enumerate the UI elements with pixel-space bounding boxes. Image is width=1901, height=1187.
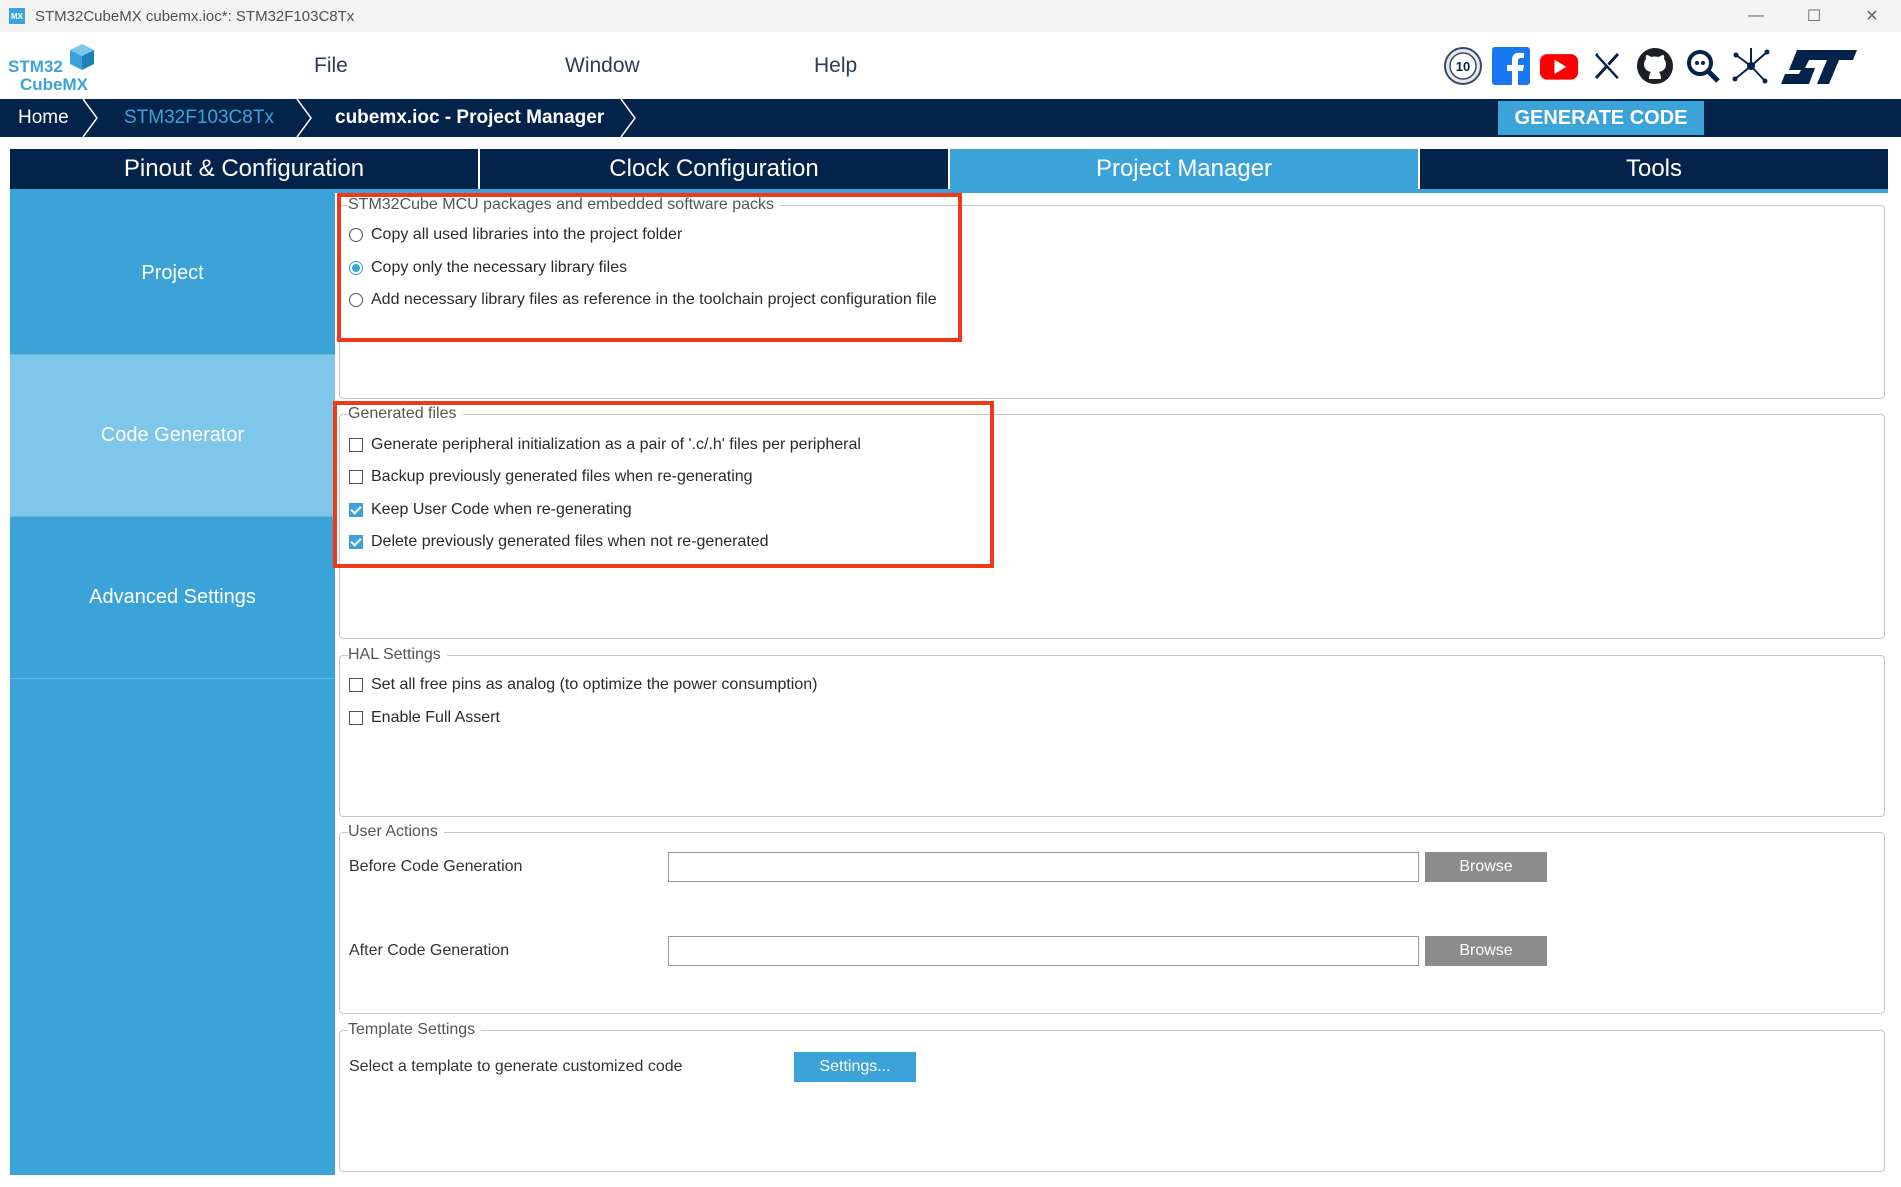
option-label: Enable Full Assert — [371, 709, 500, 726]
user-actions-group: User Actions Before Code Generation Brow… — [339, 823, 1885, 1014]
close-button[interactable]: ✕ — [1843, 0, 1901, 32]
template-settings-label: Select a template to generate customized… — [349, 1058, 683, 1075]
community-search-icon[interactable] — [1683, 46, 1723, 86]
after-code-generation-input[interactable] — [668, 936, 1419, 966]
chevron-right-icon — [296, 99, 312, 137]
github-icon[interactable] — [1635, 46, 1675, 86]
app-icon: MX — [9, 8, 25, 24]
breadcrumb-home[interactable]: Home — [18, 99, 69, 137]
st-logo-icon[interactable] — [1779, 46, 1859, 86]
annotation-highlight-packages — [337, 193, 962, 342]
option-label: Set all free pins as analog (to optimize… — [371, 676, 818, 693]
hal-option-full-assert[interactable]: Enable Full Assert — [349, 709, 500, 727]
svg-text:STM32: STM32 — [8, 57, 63, 76]
tab-project-manager[interactable]: Project Manager — [950, 149, 1420, 189]
hal-option-free-pins-analog[interactable]: Set all free pins as analog (to optimize… — [349, 676, 817, 694]
hal-settings-legend: HAL Settings — [348, 646, 447, 664]
facebook-icon[interactable] — [1491, 46, 1531, 86]
before-browse-button[interactable]: Browse — [1425, 852, 1547, 882]
checkbox[interactable] — [349, 711, 363, 725]
annotation-highlight-generated-files — [333, 401, 994, 568]
before-code-generation-input[interactable] — [668, 852, 1419, 882]
user-actions-legend: User Actions — [348, 823, 444, 841]
sidebar-item-project[interactable]: Project — [10, 193, 335, 355]
window-controls: — ☐ ✕ — [1727, 0, 1901, 32]
menu-bar: STM32 CubeMX File Window Help 10 — [0, 32, 1901, 99]
sidebar: Project Code Generator Advanced Settings — [10, 193, 335, 1175]
maximize-button[interactable]: ☐ — [1785, 0, 1843, 32]
hal-settings-group: HAL Settings Set all free pins as analog… — [339, 646, 1885, 817]
tab-clock-configuration[interactable]: Clock Configuration — [480, 149, 950, 189]
generate-code-button[interactable]: GENERATE CODE — [1498, 101, 1704, 135]
menu-help[interactable]: Help — [814, 54, 857, 78]
chevron-right-icon — [82, 99, 98, 137]
sidebar-item-code-generator[interactable]: Code Generator — [10, 355, 335, 517]
youtube-icon[interactable] — [1539, 46, 1579, 86]
window-title: STM32CubeMX cubemx.ioc*: STM32F103C8Tx — [35, 7, 355, 25]
minimize-button[interactable]: — — [1727, 0, 1785, 32]
svg-text:10: 10 — [1456, 59, 1470, 74]
chevron-right-icon — [620, 99, 636, 137]
menu-window[interactable]: Window — [565, 54, 640, 78]
tab-tools[interactable]: Tools — [1420, 149, 1888, 189]
svg-text:CubeMX: CubeMX — [20, 75, 89, 92]
sidebar-item-advanced-settings[interactable]: Advanced Settings — [10, 517, 335, 679]
template-settings-button[interactable]: Settings... — [794, 1052, 916, 1082]
social-links: 10 — [1443, 44, 1859, 88]
breadcrumb-mcu[interactable]: STM32F103C8Tx — [124, 99, 274, 137]
network-icon[interactable] — [1731, 46, 1771, 86]
x-icon[interactable] — [1587, 46, 1627, 86]
anniversary-10-icon[interactable]: 10 — [1443, 46, 1483, 86]
breadcrumb: Home STM32F103C8Tx cubemx.ioc - Project … — [0, 99, 1901, 137]
stm32cubemx-logo: STM32 CubeMX — [8, 42, 98, 94]
after-code-generation-label: After Code Generation — [349, 942, 510, 959]
checkbox[interactable] — [349, 678, 363, 692]
tab-pinout-configuration[interactable]: Pinout & Configuration — [10, 149, 480, 189]
menu-file[interactable]: File — [314, 54, 348, 78]
before-code-generation-label: Before Code Generation — [349, 858, 523, 875]
main-tabs: Pinout & Configuration Clock Configurati… — [10, 149, 1888, 189]
template-settings-legend: Template Settings — [348, 1021, 482, 1039]
breadcrumb-current: cubemx.ioc - Project Manager — [335, 107, 605, 128]
template-settings-group: Template Settings Select a template to g… — [339, 1021, 1885, 1172]
after-browse-button[interactable]: Browse — [1425, 936, 1547, 966]
window-titlebar: MX STM32CubeMX cubemx.ioc*: STM32F103C8T… — [0, 0, 1901, 32]
